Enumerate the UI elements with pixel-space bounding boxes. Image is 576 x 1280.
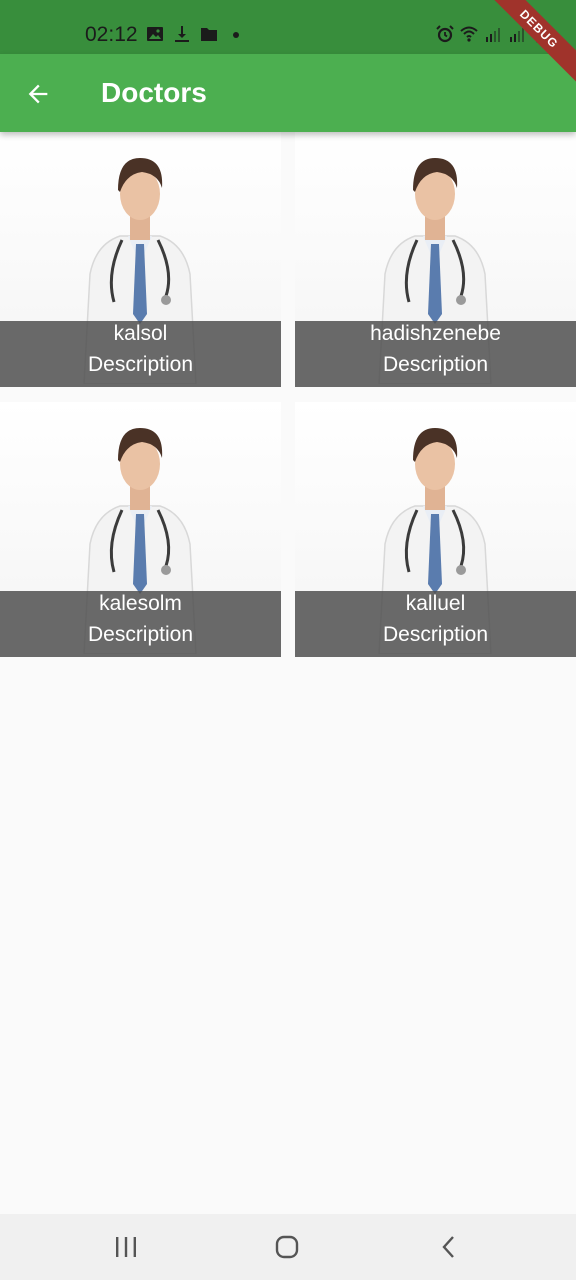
doctor-card[interactable]: hadishzenebe Description — [295, 132, 576, 387]
app-bar: Doctors — [0, 54, 576, 132]
doctor-name: hadishzenebe — [370, 322, 501, 345]
recents-button[interactable] — [101, 1228, 151, 1266]
arrow-back-icon — [28, 84, 48, 104]
nav-back-button[interactable] — [424, 1228, 474, 1266]
doctor-caption: kalesolm Description — [0, 591, 281, 657]
doctor-name: kalesolm — [99, 592, 182, 615]
doctor-caption: hadishzenebe Description — [295, 321, 576, 387]
back-icon — [442, 1236, 454, 1258]
system-nav-bar — [0, 1214, 576, 1280]
wifi-icon — [460, 26, 478, 42]
dot-icon — [233, 32, 239, 38]
back-button[interactable] — [16, 72, 60, 116]
signal-icon — [486, 28, 500, 42]
doctor-caption: kalsol Description — [0, 321, 281, 387]
doctor-description: Description — [87, 353, 194, 376]
doctor-card[interactable]: kalsol Description — [0, 132, 281, 387]
doctor-name: kalsol — [113, 322, 168, 345]
doctor-description: Description — [382, 623, 489, 646]
status-bar: 02:12 — [0, 0, 576, 54]
status-notification-icons — [146, 25, 245, 43]
folder-icon — [201, 28, 217, 41]
download-icon — [175, 26, 189, 42]
doctor-card[interactable]: kalesolm Description — [0, 402, 281, 657]
home-icon — [275, 1235, 299, 1259]
status-time: 02:12 — [85, 23, 138, 46]
home-button[interactable] — [262, 1228, 312, 1266]
recents-icon — [116, 1237, 136, 1257]
doctor-name: kalluel — [405, 592, 466, 615]
doctor-description: Description — [87, 623, 194, 646]
doctor-card[interactable]: kalluel Description — [295, 402, 576, 657]
doctor-caption: kalluel Description — [295, 591, 576, 657]
page-title: Doctors — [101, 77, 207, 108]
alarm-icon — [436, 25, 454, 43]
image-icon — [147, 27, 163, 41]
doctor-description: Description — [382, 353, 489, 376]
